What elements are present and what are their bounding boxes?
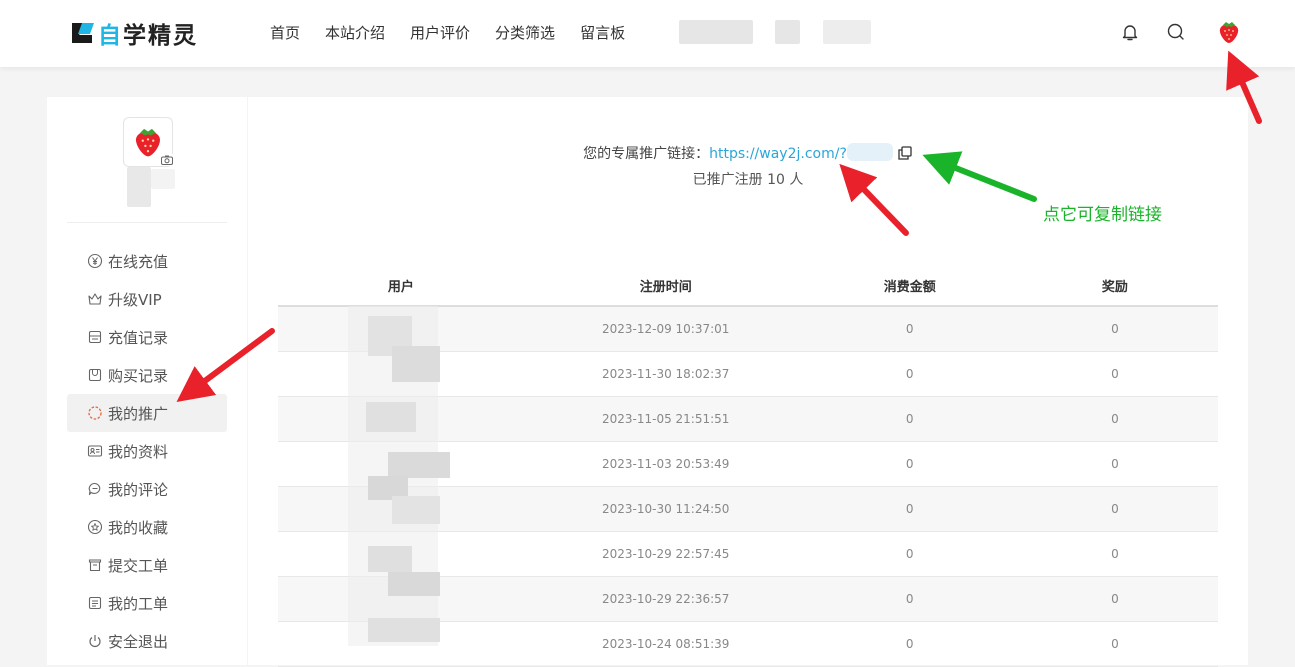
promo-icon xyxy=(88,406,102,420)
menu-item-my-promotion[interactable]: 我的推广 xyxy=(67,394,227,432)
sidebar-divider xyxy=(67,222,227,223)
site-logo[interactable]: 自学精灵 xyxy=(70,18,198,49)
annotation-copy-hint: 点它可复制链接 xyxy=(1043,205,1162,225)
cell-reward: 0 xyxy=(1011,621,1218,667)
menu-item-label: 我的推广 xyxy=(108,404,169,423)
table-header-row: 用户 注册时间 消费金额 奖励 xyxy=(278,265,1218,307)
bell-icon[interactable] xyxy=(1120,22,1140,42)
menu-item-recharge[interactable]: 在线充值 xyxy=(67,242,227,280)
avatar[interactable] xyxy=(123,117,174,167)
menu-item-my-comments[interactable]: 我的评论 xyxy=(67,470,227,508)
main-nav: 首页 本站介绍 用户评价 分类筛选 留言板 xyxy=(270,22,650,43)
cell-amount: 0 xyxy=(807,396,1012,442)
referral-count: 已推广注册 10 人 xyxy=(692,172,804,188)
user-sidebar: 在线充值 升级VIP 充值记录 购买记录 我的推广 我的资料 我的评论 我的收藏… xyxy=(47,97,247,665)
cell-reward: 0 xyxy=(1011,486,1218,532)
menu-item-label: 充值记录 xyxy=(108,328,169,347)
blurred-username xyxy=(127,167,151,207)
cell-amount: 0 xyxy=(807,441,1012,487)
inbox-icon xyxy=(88,559,102,572)
nav-guestbook[interactable]: 留言板 xyxy=(580,22,625,43)
menu-item-submit-ticket[interactable]: 提交工单 xyxy=(67,546,227,584)
blurred-username xyxy=(151,169,175,189)
copy-icon[interactable] xyxy=(897,145,913,161)
blurred-nav-item[interactable] xyxy=(679,20,753,44)
cell-reward: 0 xyxy=(1011,396,1218,442)
camera-icon[interactable] xyxy=(160,154,174,166)
column-header-amount: 消费金额 xyxy=(807,265,1012,307)
blurred-referral-code xyxy=(846,143,893,161)
ticket-icon xyxy=(88,596,102,610)
referral-link[interactable]: https://way2j.com/? xyxy=(709,146,847,162)
cell-amount: 0 xyxy=(807,531,1012,577)
yen-icon xyxy=(87,253,103,269)
star-icon xyxy=(87,519,103,535)
nav-categories[interactable]: 分类筛选 xyxy=(495,22,555,43)
id-card-icon xyxy=(87,445,103,457)
top-header: 自学精灵 首页 本站介绍 用户评价 分类筛选 留言板 xyxy=(0,0,1295,67)
blurred-nav-item[interactable] xyxy=(823,20,871,44)
menu-item-my-favorites[interactable]: 我的收藏 xyxy=(67,508,227,546)
record-icon xyxy=(88,330,102,344)
comment-icon xyxy=(88,482,101,496)
cell-time: 2023-11-03 20:53:49 xyxy=(523,441,808,487)
column-header-user: 用户 xyxy=(278,265,524,307)
user-avatar-strawberry-icon[interactable] xyxy=(1217,19,1241,45)
blurred-nav-item[interactable] xyxy=(775,20,800,44)
cell-time: 2023-10-29 22:57:45 xyxy=(523,531,808,577)
logo-mark-icon xyxy=(72,23,94,43)
menu-item-label: 购买记录 xyxy=(108,366,169,385)
menu-item-label: 我的工单 xyxy=(108,594,169,613)
menu-item-my-profile[interactable]: 我的资料 xyxy=(67,432,227,470)
referral-prefix: 您的专属推广链接： xyxy=(583,146,710,162)
nav-home[interactable]: 首页 xyxy=(270,22,300,43)
cell-reward: 0 xyxy=(1011,351,1218,397)
blurred-user-column xyxy=(348,306,452,646)
menu-item-label: 安全退出 xyxy=(108,632,169,651)
menu-item-label: 我的收藏 xyxy=(108,518,169,537)
menu-item-label: 升级VIP xyxy=(108,290,162,309)
site-name: 自学精灵 xyxy=(98,23,198,49)
cell-time: 2023-10-29 22:36:57 xyxy=(523,576,808,622)
nav-about[interactable]: 本站介绍 xyxy=(325,22,385,43)
menu-item-recharge-records[interactable]: 充值记录 xyxy=(67,318,227,356)
cell-amount: 0 xyxy=(807,351,1012,397)
cell-time: 2023-10-24 08:51:39 xyxy=(523,621,808,667)
cell-reward: 0 xyxy=(1011,576,1218,622)
cell-reward: 0 xyxy=(1011,441,1218,487)
menu-item-upgrade-vip[interactable]: 升级VIP xyxy=(67,280,227,318)
menu-item-label: 在线充值 xyxy=(108,252,169,271)
cell-amount: 0 xyxy=(807,621,1012,667)
bag-icon xyxy=(88,368,102,382)
menu-item-purchase-records[interactable]: 购买记录 xyxy=(67,356,227,394)
cell-time: 2023-11-05 21:51:51 xyxy=(523,396,808,442)
menu-item-my-tickets[interactable]: 我的工单 xyxy=(67,584,227,622)
cell-amount: 0 xyxy=(807,306,1012,352)
cell-time: 2023-11-30 18:02:37 xyxy=(523,351,808,397)
cell-reward: 0 xyxy=(1011,531,1218,577)
menu-item-label: 提交工单 xyxy=(108,556,169,575)
search-icon[interactable] xyxy=(1166,22,1186,42)
column-header-time: 注册时间 xyxy=(523,265,808,307)
cell-amount: 0 xyxy=(807,486,1012,532)
menu-item-label: 我的资料 xyxy=(108,442,169,461)
crown-icon xyxy=(88,293,102,305)
power-icon xyxy=(89,635,101,648)
column-header-reward: 奖励 xyxy=(1011,265,1218,307)
cell-reward: 0 xyxy=(1011,306,1218,352)
cell-time: 2023-12-09 10:37:01 xyxy=(523,306,808,352)
menu-item-logout[interactable]: 安全退出 xyxy=(67,622,227,660)
cell-time: 2023-10-30 11:24:50 xyxy=(523,486,808,532)
user-menu: 在线充值 升级VIP 充值记录 购买记录 我的推广 我的资料 我的评论 我的收藏… xyxy=(67,242,227,660)
menu-item-label: 我的评论 xyxy=(108,480,169,499)
cell-amount: 0 xyxy=(807,576,1012,622)
nav-reviews[interactable]: 用户评价 xyxy=(410,22,470,43)
referral-link-line: 您的专属推广链接：https://way2j.com/? xyxy=(248,143,1248,163)
